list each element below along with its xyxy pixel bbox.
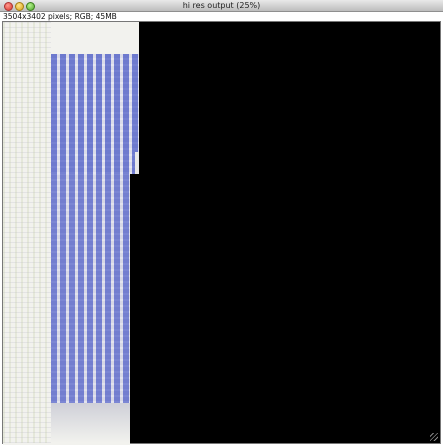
image-tile-fade xyxy=(51,403,130,443)
image-tile-grid-lower xyxy=(51,174,130,403)
image-window: hi res output (25%) 3504x3402 pixels; RG… xyxy=(0,0,443,446)
image-tile-grid-upper xyxy=(51,54,139,174)
window-title: hi res output (25%) xyxy=(182,1,261,10)
image-info: 3504x3402 pixels; RGB; 45MB xyxy=(3,12,117,21)
image-edge xyxy=(135,152,139,174)
image-texture-left xyxy=(3,22,51,443)
title-bar[interactable]: hi res output (25%) xyxy=(0,0,443,12)
image-canvas[interactable] xyxy=(2,21,441,445)
resize-handle-icon[interactable] xyxy=(430,433,438,441)
